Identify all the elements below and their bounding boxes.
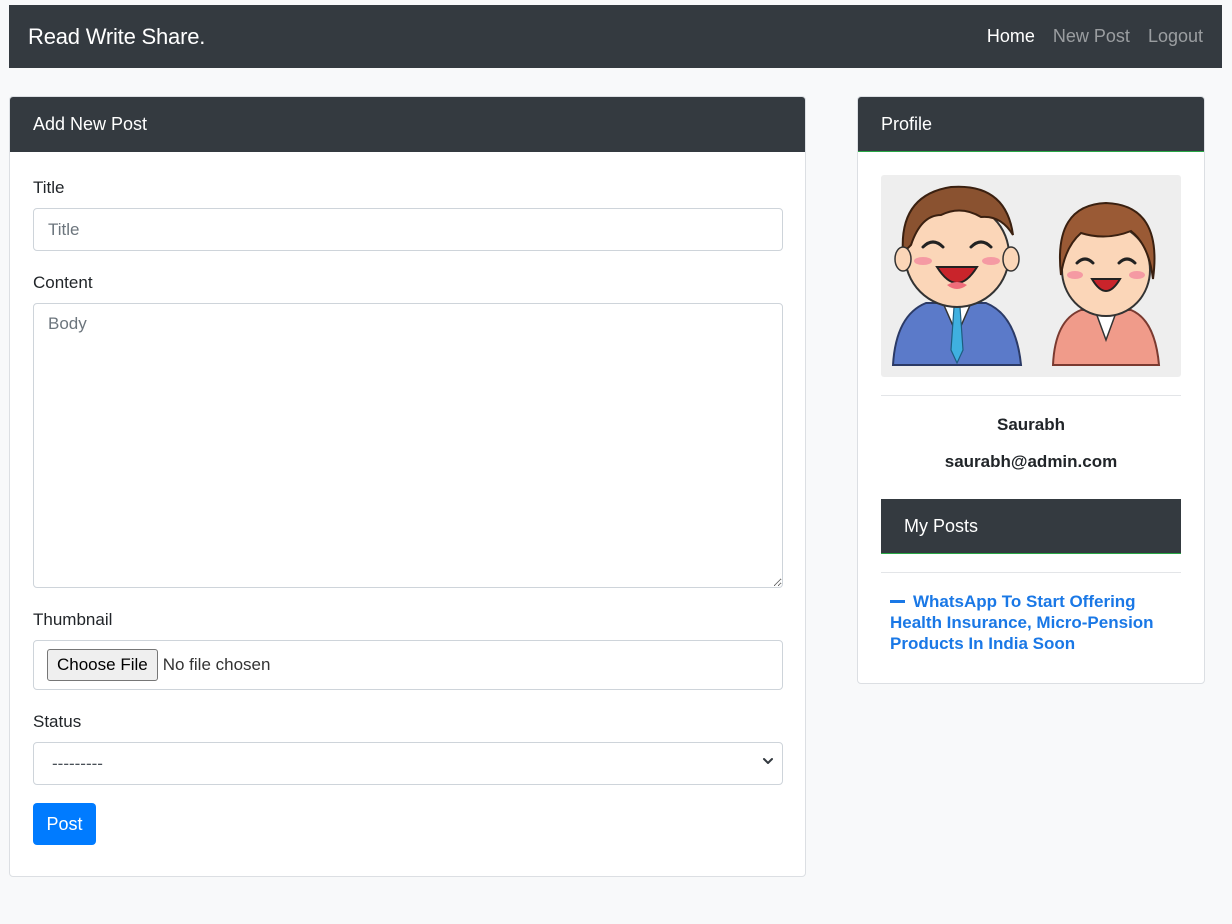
content-label: Content <box>33 273 93 292</box>
add-post-header: Add New Post <box>10 97 805 152</box>
title-label: Title <box>33 178 65 197</box>
nav-links: Home New Post Logout <box>987 26 1203 47</box>
status-select[interactable]: --------- <box>33 742 783 785</box>
my-posts-header: My Posts <box>881 499 1181 554</box>
post-submit-button[interactable]: Post <box>33 803 96 845</box>
status-label: Status <box>33 712 82 731</box>
profile-card: Profile Saurabh saurabh@admin.com My Pos… <box>857 96 1205 684</box>
post-form: Title Content Thumbnail Choose File No f… <box>10 152 805 845</box>
profile-name: Saurabh <box>996 415 1066 434</box>
dash-icon <box>890 599 905 603</box>
file-status-text: No file chosen <box>162 655 271 674</box>
cartoon-people-image <box>891 185 1161 366</box>
navbar: Read Write Share. Home New Post Logout <box>9 5 1222 68</box>
brand-logo[interactable]: Read Write Share. <box>28 24 205 50</box>
avatar <box>881 175 1181 377</box>
profile-body: Saurabh saurabh@admin.com My Posts Whats… <box>858 152 1204 654</box>
thumbnail-file-input: Choose File No file chosen <box>33 640 783 690</box>
nav-logout-link[interactable]: Logout <box>1148 26 1203 47</box>
my-post-link[interactable]: WhatsApp To Start Offering Health Insura… <box>881 573 1181 654</box>
chevron-down-icon <box>763 758 773 764</box>
nav-home-link[interactable]: Home <box>987 26 1035 47</box>
content-textarea[interactable] <box>33 303 783 588</box>
profile-divider <box>881 395 1181 396</box>
title-input[interactable] <box>33 208 783 251</box>
my-posts-list: WhatsApp To Start Offering Health Insura… <box>881 572 1181 654</box>
status-selected-value: --------- <box>52 753 103 773</box>
add-post-card: Add New Post Title Content Thumbnail Cho… <box>9 96 806 877</box>
my-post-title: WhatsApp To Start Offering Health Insura… <box>890 592 1154 653</box>
choose-file-button[interactable]: Choose File <box>47 649 158 681</box>
profile-email: saurabh@admin.com <box>944 452 1118 471</box>
nav-new-post-link[interactable]: New Post <box>1053 26 1130 47</box>
thumbnail-label: Thumbnail <box>33 610 113 629</box>
profile-header: Profile <box>858 97 1204 152</box>
